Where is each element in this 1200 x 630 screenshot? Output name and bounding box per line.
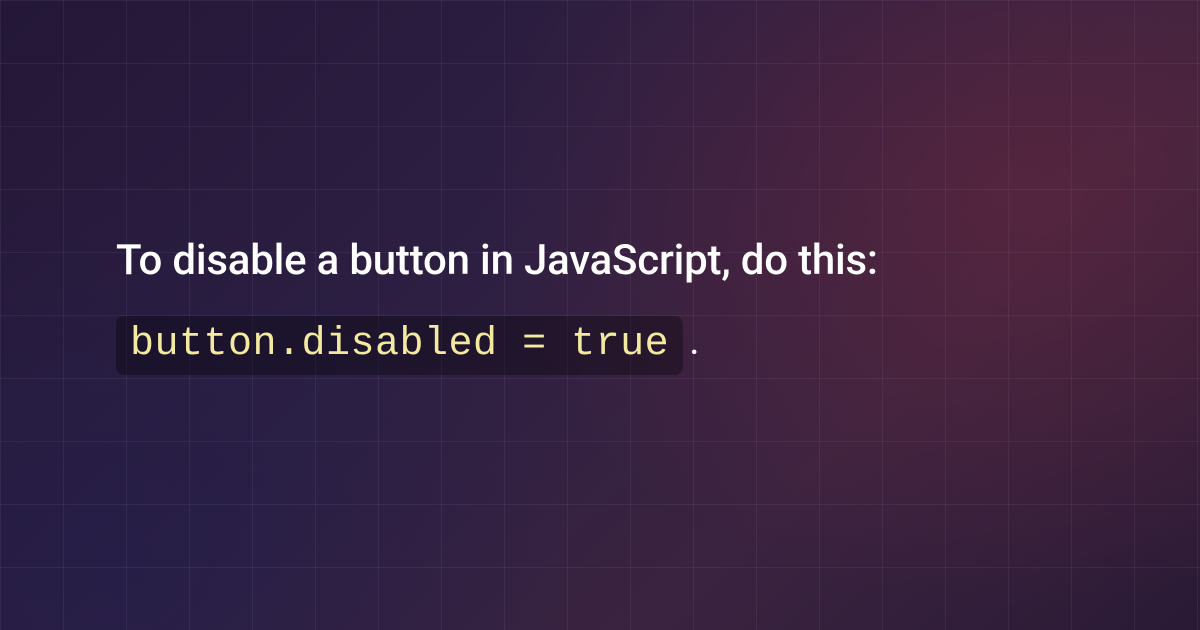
period: . <box>689 317 700 364</box>
code-line: button.disabled = true. <box>116 313 1120 373</box>
content-block: To disable a button in JavaScript, do th… <box>116 234 1120 373</box>
heading-text: To disable a button in JavaScript, do th… <box>116 234 1120 289</box>
code-snippet: button.disabled = true <box>116 316 683 375</box>
